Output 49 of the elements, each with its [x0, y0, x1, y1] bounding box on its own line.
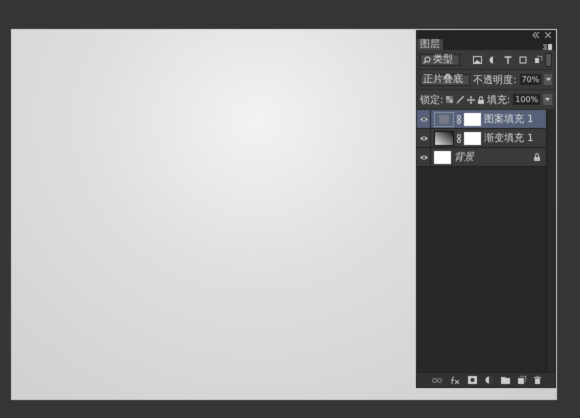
trash-icon[interactable]: [534, 376, 541, 384]
adjustment-layer-icon[interactable]: [485, 376, 493, 384]
layer-thumbnail: [464, 132, 481, 144]
pattern-thumbnail: [434, 112, 454, 126]
fill-arrow-button[interactable]: [543, 94, 552, 105]
search-icon: [423, 56, 431, 64]
layer-row[interactable]: 图案填充 1: [417, 110, 546, 129]
image-icon[interactable]: [473, 56, 482, 64]
filter-toggle[interactable]: [545, 52, 552, 66]
lock-label: 锁定:: [420, 94, 444, 106]
opacity-arrow-button[interactable]: [544, 74, 552, 85]
close-icon[interactable]: [545, 32, 551, 38]
smart-object-icon[interactable]: [534, 56, 542, 64]
gradient-thumbnail: [434, 130, 454, 146]
filter-dropdown[interactable]: 类型: [420, 54, 460, 66]
caret-icon: [546, 78, 551, 81]
lock-pixels-icon[interactable]: [446, 96, 454, 103]
type-icon[interactable]: [504, 56, 512, 64]
layer-name: 渐变填充 1: [484, 132, 534, 145]
fill-field[interactable]: 100%: [513, 94, 540, 105]
layer-name: 图案填充 1: [484, 112, 534, 126]
folder-icon[interactable]: [501, 376, 510, 384]
layer-row[interactable]: 渐变填充 1: [417, 129, 546, 148]
fill-label: 填充:: [486, 94, 510, 106]
link-icon[interactable]: [457, 134, 461, 142]
eye-icon[interactable]: [420, 154, 428, 160]
blend-mode-dropdown[interactable]: 正片叠底: [420, 74, 470, 86]
brush-icon[interactable]: [456, 96, 464, 104]
link-icon[interactable]: [457, 114, 461, 124]
link-layers-icon[interactable]: [432, 378, 442, 382]
collapse-icon[interactable]: [532, 32, 540, 38]
shape-icon[interactable]: [519, 56, 527, 64]
layer-thumbnail: [434, 150, 451, 164]
new-layer-icon[interactable]: [518, 376, 526, 384]
layer-thumbnail: [464, 112, 481, 126]
panel-menu-icon[interactable]: [543, 44, 552, 50]
eye-icon[interactable]: [420, 136, 428, 140]
layers-tab[interactable]: 图层: [417, 39, 443, 50]
layer-name: 背景: [454, 150, 474, 164]
move-icon[interactable]: [467, 96, 476, 104]
opacity-label: 不透明度:: [473, 74, 517, 86]
caret-icon: [545, 98, 550, 101]
eye-icon[interactable]: [420, 116, 428, 122]
fx-icon[interactable]: [450, 376, 460, 384]
mask-icon[interactable]: [468, 376, 477, 384]
adjustment-icon[interactable]: [489, 56, 497, 64]
opacity-field[interactable]: 70%: [520, 74, 542, 85]
layer-row[interactable]: 背景: [417, 148, 546, 167]
lock-icon[interactable]: [478, 96, 484, 104]
